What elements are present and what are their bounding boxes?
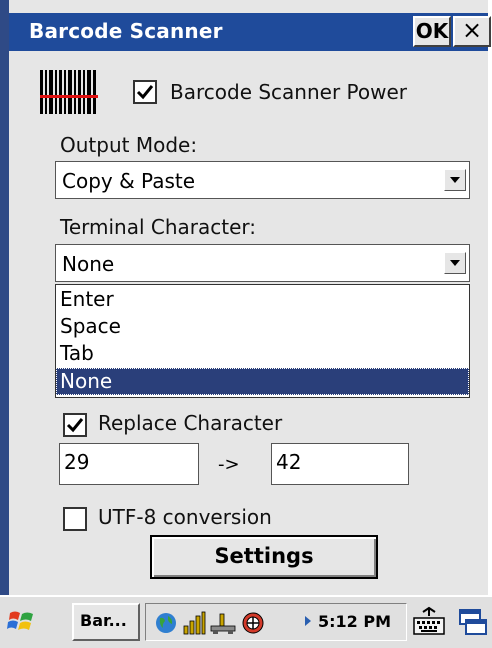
- taskbar: Bar... 5:12 PM: [0, 595, 492, 648]
- volume-icon[interactable]: [240, 611, 266, 635]
- output-mode-value: Copy & Paste: [62, 169, 196, 193]
- clock[interactable]: 5:12 PM: [318, 612, 391, 631]
- list-option-enter[interactable]: Enter: [56, 286, 469, 313]
- output-mode-label: Output Mode:: [60, 133, 198, 157]
- terminal-character-label: Terminal Character:: [60, 215, 257, 239]
- replace-to-input[interactable]: 42: [271, 443, 409, 485]
- power-label: Barcode Scanner Power: [170, 80, 408, 104]
- replace-from-input[interactable]: 29: [59, 443, 199, 485]
- terminal-character-dropdown-button[interactable]: [444, 252, 466, 274]
- system-tray: 5:12 PM: [145, 603, 407, 641]
- replace-character-checkbox[interactable]: [63, 413, 87, 437]
- ok-button[interactable]: OK: [413, 16, 451, 47]
- network-icon[interactable]: [210, 611, 236, 635]
- window-switch-icon[interactable]: [458, 606, 488, 638]
- replace-character-label: Replace Character: [98, 411, 283, 435]
- replace-from-value: 29: [64, 450, 90, 474]
- top-gap: [9, 0, 488, 13]
- terminal-character-listbox[interactable]: Enter Space Tab None: [55, 284, 470, 398]
- checkmark-icon: [136, 85, 154, 100]
- window-title: Barcode Scanner: [29, 19, 223, 43]
- right-border: [488, 0, 492, 595]
- list-option-space[interactable]: Space: [56, 313, 469, 340]
- utf8-checkbox[interactable]: [63, 507, 87, 531]
- chevron-down-icon: [450, 260, 460, 266]
- globe-icon[interactable]: [154, 611, 178, 635]
- close-button[interactable]: ×: [453, 16, 491, 47]
- task-button-barcode[interactable]: Bar...: [72, 603, 140, 641]
- barcode-icon: [40, 70, 98, 114]
- replace-to-value: 42: [276, 450, 302, 474]
- list-option-none[interactable]: None: [56, 368, 469, 395]
- signal-bars-icon[interactable]: [182, 611, 206, 635]
- utf8-label: UTF-8 conversion: [98, 505, 272, 529]
- output-mode-select[interactable]: Copy & Paste: [55, 161, 470, 199]
- output-mode-dropdown-button[interactable]: [444, 169, 466, 191]
- title-bar: Barcode Scanner OK ×: [9, 13, 491, 51]
- terminal-character-select[interactable]: None: [55, 244, 470, 282]
- tray-expand-icon[interactable]: [304, 615, 312, 627]
- checkmark-icon: [66, 418, 84, 433]
- terminal-character-value: None: [62, 252, 115, 276]
- device-screen: Barcode Scanner OK × Barcode Scanner Pow…: [0, 0, 492, 648]
- left-border: [0, 0, 9, 595]
- chevron-down-icon: [450, 177, 460, 183]
- replace-arrow-text: ->: [218, 454, 240, 475]
- start-flag-icon[interactable]: [6, 605, 38, 637]
- list-option-tab[interactable]: Tab: [56, 340, 469, 367]
- power-checkbox[interactable]: [133, 80, 157, 104]
- keyboard-icon[interactable]: [412, 606, 446, 638]
- settings-button[interactable]: Settings: [150, 535, 378, 579]
